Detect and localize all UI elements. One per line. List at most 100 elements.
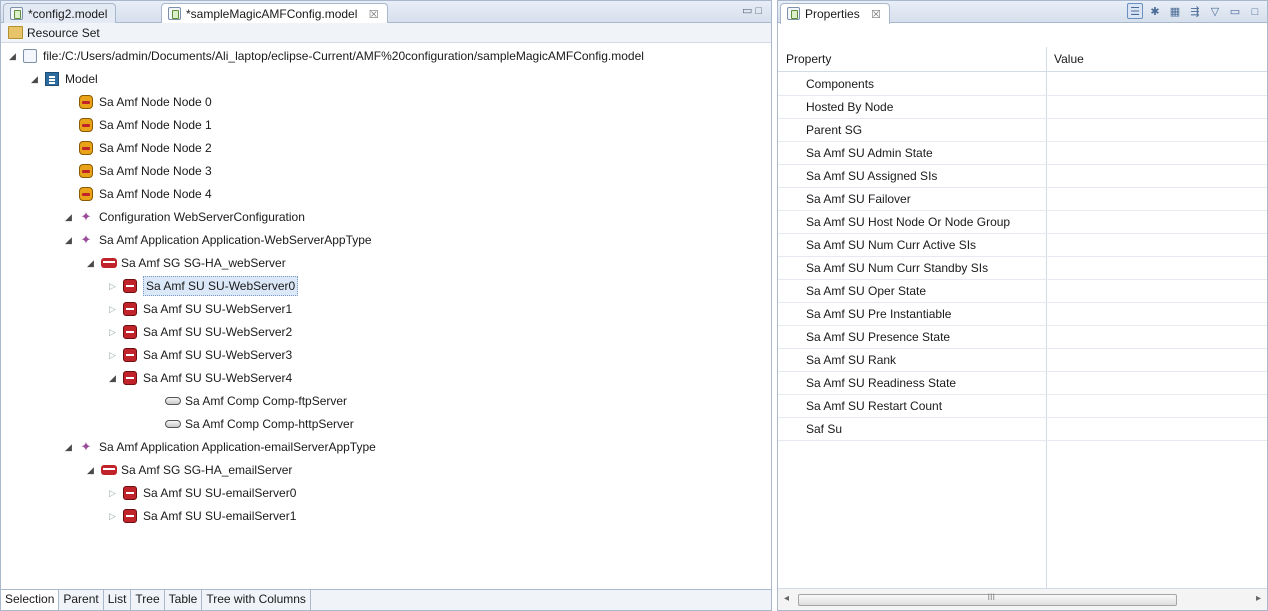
horizontal-scrollbar[interactable]: ◂ III ▸ (778, 588, 1267, 610)
collapse-arrow-icon[interactable]: ◢ (65, 229, 75, 251)
scroll-right-icon[interactable]: ▸ (1256, 593, 1261, 604)
property-row[interactable]: Sa Amf SU Restart Count1.02 (778, 395, 1267, 418)
page-tab[interactable]: Tree with Columns (202, 590, 311, 610)
collapse-arrow-icon[interactable]: ◢ (31, 68, 41, 90)
expand-arrow-icon[interactable]: ▷ (109, 321, 119, 343)
property-row[interactable]: Hosted By NodeSa Amf Node Node 0 (778, 96, 1267, 119)
tree-node[interactable]: ◢ ✦ Sa Amf Application Application-emailSe… (1, 436, 771, 458)
collapse-arrow-icon[interactable]: ◢ (109, 367, 119, 389)
node-icon (79, 118, 93, 132)
property-row[interactable]: Sa Amf SU Readiness StateSA_AMF_READINES… (778, 372, 1267, 395)
expand-arrow-icon[interactable]: ▷ (109, 482, 119, 504)
value-column-header[interactable]: Value (1054, 52, 1084, 66)
tree-node[interactable]: Sa Amf Node Node 3 (1, 160, 771, 182)
maximize-icon[interactable]: □ (755, 5, 765, 17)
tree-node[interactable]: ▷ Sa Amf SU SU-WebServer1 (1, 298, 771, 320)
property-row[interactable]: Sa Amf SU Num Curr Active SIs1.00 (778, 234, 1267, 257)
property-row[interactable]: ComponentsSa Amf Comp Comp-ftpServer... (778, 73, 1267, 96)
property-column-header[interactable]: Property (786, 52, 831, 66)
page-tab[interactable]: Tree (131, 590, 165, 610)
tree-node[interactable]: Sa Amf Node Node 1 (1, 114, 771, 136)
page-tab[interactable]: Table (165, 590, 203, 610)
tree-node[interactable]: ◢ file:/C:/Users/admin/Documents/Ali_lapt… (1, 45, 771, 67)
property-row[interactable]: Sa Amf SU Oper StateSA_AMF_OPERATIONAL_E… (778, 280, 1267, 303)
minimize-icon[interactable]: ▭ (742, 5, 755, 17)
collapse-arrow-icon[interactable]: ◢ (9, 45, 19, 67)
property-row[interactable]: Sa Amf SU Host Node Or Node Group (778, 211, 1267, 234)
show-advanced-icon[interactable]: ✱ (1147, 4, 1163, 20)
collapse-arrow-icon[interactable]: ◢ (87, 252, 97, 274)
page-tab[interactable]: Parent (59, 590, 104, 610)
properties-icon (787, 7, 800, 20)
collapse-arrow-icon[interactable]: ◢ (65, 436, 75, 458)
scroll-left-icon[interactable]: ◂ (784, 593, 789, 604)
service-group-icon (101, 258, 117, 268)
model-tree[interactable]: ◢ file:/C:/Users/admin/Documents/Ali_lapt… (1, 45, 771, 589)
tree-node[interactable]: ▷ Sa Amf SU SU-emailServer0 (1, 482, 771, 504)
property-row[interactable]: Sa Amf SU Admin StateSA_AMF_ADMIN_UNLOCK… (778, 142, 1267, 165)
tree-node[interactable]: Sa Amf Comp Comp-httpServer (1, 413, 771, 435)
node-icon (79, 95, 93, 109)
page-tab[interactable]: Selection (1, 590, 60, 610)
tab-sample-magic-amf-config-model[interactable]: *sampleMagicAMFConfig.model ☒ (161, 3, 388, 24)
expand-arrow-icon[interactable]: ▷ (109, 298, 119, 320)
tree-node[interactable]: ◢ ✦ Sa Amf Application Application-WebServ… (1, 229, 771, 251)
tree-node[interactable]: Sa Amf Node Node 0 (1, 91, 771, 113)
property-name: Sa Amf SU Admin State (806, 146, 933, 160)
tab-config2-model[interactable]: *config2.model (3, 3, 117, 23)
property-name: Sa Amf SU Readiness State (806, 376, 957, 390)
scrollbar-thumb[interactable]: III (798, 592, 1177, 606)
tree-node[interactable]: ◢ Sa Amf SU SU-WebServer4 (1, 367, 771, 389)
maximize-icon[interactable]: □ (1247, 4, 1263, 20)
tree-node[interactable]: ◢ Sa Amf SG SG-HA_webServer (1, 252, 771, 274)
property-row[interactable]: Sa Amf SU Failover•xfalse (778, 188, 1267, 211)
properties-tab-bar: Properties ☒ ☰ ✱ ▦ ⇶ ▽ ▭ □ (778, 1, 1267, 24)
property-row[interactable]: Sa Amf SU Num Curr Standby SIs1.00 (778, 257, 1267, 280)
service-unit-icon (123, 325, 137, 339)
property-row[interactable]: Sa Amf SU Presence StateSA_AMF_PRESENCE_… (778, 326, 1267, 349)
tree-node[interactable]: Sa Amf Node Node 4 (1, 183, 771, 205)
minimize-icon[interactable]: ▭ (1227, 4, 1243, 20)
property-row[interactable]: Parent SGSa Amf SG SG-HA_webServer (778, 119, 1267, 142)
tree-node-label: file:/C:/Users/admin/Documents/Ali_lapto… (43, 49, 644, 63)
tree-node-label: Sa Amf Node Node 4 (99, 187, 212, 201)
tree-node[interactable]: Sa Amf Comp Comp-ftpServer (1, 390, 771, 412)
property-name: Hosted By Node (806, 100, 894, 114)
property-name: Saf Su (806, 422, 843, 436)
page-tab[interactable]: List (104, 590, 132, 610)
resource-set-row[interactable]: Resource Set (1, 23, 771, 43)
tree-node[interactable]: ◢ ✦ Configuration WebServerConfiguration (1, 206, 771, 228)
tree-node[interactable]: Sa Amf Node Node 2 (1, 137, 771, 159)
property-row[interactable]: Sa Amf SU Assigned SIs (778, 165, 1267, 188)
tab-properties[interactable]: Properties ☒ (780, 3, 890, 24)
tree-node[interactable]: ▷ Sa Amf SU SU-WebServer0 (1, 275, 771, 297)
close-tab-icon[interactable]: ☒ (871, 9, 881, 21)
tree-node[interactable]: ◢ Sa Amf SG SG-HA_emailServer (1, 459, 771, 481)
property-name: Sa Amf SU Num Curr Standby SIs (806, 261, 989, 275)
expand-arrow-icon[interactable]: ▷ (109, 275, 119, 297)
tree-node[interactable]: ▷ Sa Amf SU SU-WebServer2 (1, 321, 771, 343)
pin-icon[interactable]: ⇶ (1187, 4, 1203, 20)
editor-window-controls[interactable]: ▭□ (742, 4, 765, 17)
editor-page-tabs: Selection Parent List Tree Table Tree with Co… (1, 589, 771, 610)
collapse-arrow-icon[interactable]: ◢ (65, 206, 75, 228)
collapse-arrow-icon[interactable]: ◢ (87, 459, 97, 481)
property-name: Sa Amf SU Failover (806, 192, 911, 206)
close-tab-icon[interactable]: ☒ (369, 9, 379, 21)
restore-default-icon[interactable]: ▦ (1167, 4, 1183, 20)
tree-node[interactable]: ▷ Sa Amf SU SU-WebServer3 (1, 344, 771, 366)
expand-arrow-icon[interactable]: ▷ (109, 505, 119, 527)
scroll-grip-glyph: III (987, 592, 996, 602)
property-name: Sa Amf SU Presence State (806, 330, 951, 344)
tree-node[interactable]: ◢ Model (1, 68, 771, 90)
properties-table[interactable]: ComponentsSa Amf Comp Comp-ftpServer...H… (778, 73, 1267, 588)
property-row[interactable]: Sa Amf SU Rank1.00 (778, 349, 1267, 372)
view-menu-icon[interactable]: ▽ (1207, 4, 1223, 20)
tab-label: *config2.model (28, 7, 108, 21)
expand-arrow-icon[interactable]: ▷ (109, 344, 119, 366)
tree-node[interactable]: ▷ Sa Amf SU SU-emailServer1 (1, 505, 771, 527)
property-row[interactable]: Sa Amf SU Pre Instantiable•xtrue (778, 303, 1267, 326)
property-row[interactable]: Saf SuSU-WebServer0 (778, 418, 1267, 441)
show-categories-icon[interactable]: ☰ (1127, 3, 1143, 19)
property-name: Sa Amf SU Restart Count (806, 399, 943, 413)
